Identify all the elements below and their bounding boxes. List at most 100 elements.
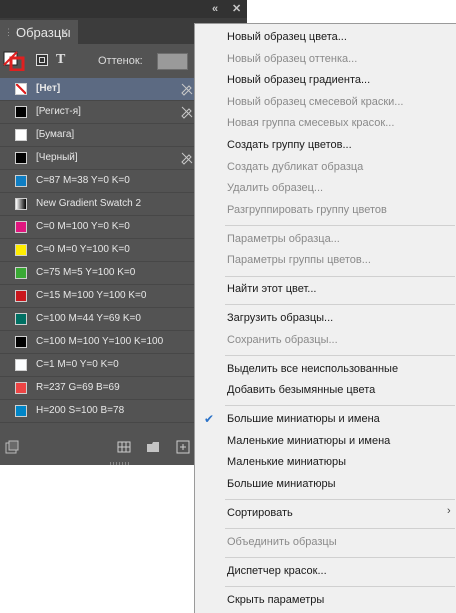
swatch-row[interactable]: C=87 M=38 Y=0 K=0 (0, 170, 194, 193)
swatch-name: New Gradient Swatch 2 (36, 198, 142, 209)
grid-view-icon[interactable] (117, 440, 131, 454)
menu-item-label: Удалить образец... (227, 182, 324, 195)
close-icon[interactable]: ✕ (232, 2, 241, 16)
swatch-chip (15, 244, 27, 256)
swatch-row[interactable]: C=15 M=100 Y=100 K=0 (0, 285, 194, 308)
menu-item[interactable]: Скрыть параметры (195, 590, 456, 611)
swatch-row[interactable]: C=100 M=44 Y=69 K=0 (0, 308, 194, 331)
swatch-row[interactable]: [Нет] (0, 78, 194, 101)
swatch-chip (15, 313, 27, 325)
menu-item: Удалить образец... (195, 178, 456, 199)
swatch-name: [Черный] (36, 152, 78, 163)
menu-item: Создать дубликат образца (195, 157, 456, 178)
menu-separator (225, 556, 455, 558)
menu-item[interactable]: Диспетчер красок... (195, 561, 456, 582)
swatch-row[interactable]: C=1 M=0 Y=0 K=0 (0, 354, 194, 377)
swatch-chip (15, 336, 27, 348)
swatch-name: H=200 S=100 B=78 (36, 405, 125, 416)
formatting-container-icon[interactable] (36, 54, 48, 66)
menu-item[interactable]: Добавить безымянные цвета (195, 380, 456, 401)
swatch-row[interactable]: R=237 G=69 B=69 (0, 377, 194, 400)
swatch-row[interactable]: New Gradient Swatch 2 (0, 193, 194, 216)
menu-item-label: Маленькие миниатюры (227, 456, 346, 469)
menu-item: Объединить образцы (195, 532, 456, 553)
swatch-row[interactable]: C=0 M=0 Y=100 K=0 (0, 239, 194, 262)
menu-item-label: Сохранить образцы... (227, 333, 338, 346)
swatch-row[interactable]: [Регист-я] (0, 101, 194, 124)
menu-item[interactable]: Найти этот цвет... (195, 279, 456, 300)
tab-swatches[interactable]: ⋮⋮ Образцы × (0, 20, 78, 44)
menu-item[interactable]: Новый образец градиента... (195, 70, 456, 91)
tab-close-icon[interactable]: × (61, 24, 69, 39)
swatch-row[interactable]: [Бумага] (0, 124, 194, 147)
menu-item[interactable]: Маленькие миниатюры (195, 452, 456, 473)
menu-item[interactable]: Выделить все неиспользованные (195, 359, 456, 380)
formatting-text-icon[interactable]: T (56, 52, 65, 68)
swatch-name: C=15 M=100 Y=100 K=0 (36, 290, 147, 301)
swatch-chip (15, 83, 27, 95)
menu-item[interactable]: Большие миниатюры (195, 474, 456, 495)
swatch-row[interactable]: H=200 S=100 B=78 (0, 400, 194, 423)
menu-item-label: Загрузить образцы... (227, 312, 334, 325)
menu-item-label: Параметры образца... (227, 232, 340, 245)
menu-item: Разгруппировать группу цветов (195, 200, 456, 221)
panel-menu: Новый образец цвета... Новый образец отте… (194, 23, 456, 613)
swatch-chip (15, 359, 27, 371)
swatch-name: R=237 G=69 B=69 (36, 382, 120, 393)
swatch-chip (15, 106, 27, 118)
menu-item[interactable]: Загрузить образцы... (195, 308, 456, 329)
resize-handle[interactable] (110, 462, 130, 465)
menu-item[interactable]: ✔ Большие миниатюры и имена (195, 409, 456, 430)
menu-item[interactable]: Маленькие миниатюры и имена (195, 431, 456, 452)
new-swatch-icon[interactable] (176, 440, 190, 454)
menu-item-label: Новый образец градиента... (227, 74, 371, 87)
menu-item-label: Маленькие миниатюры и имена (227, 434, 391, 447)
menu-item[interactable]: Сортировать › (195, 503, 456, 524)
menu-item-label: Скрыть параметры (227, 593, 325, 606)
swatch-row[interactable]: C=100 M=100 Y=100 K=100 (0, 331, 194, 354)
menu-separator (225, 499, 455, 501)
panel-title-bar: « ✕ (0, 0, 247, 18)
swatch-name: C=1 M=0 Y=0 K=0 (36, 359, 119, 370)
menu-item-label: Разгруппировать группу цветов (227, 203, 387, 216)
menu-item-label: Выделить все неиспользованные (227, 362, 399, 375)
fill-stroke-icon[interactable] (3, 51, 25, 71)
swatch-name: C=75 M=5 Y=100 K=0 (36, 267, 136, 278)
swatch-chip (15, 290, 27, 302)
folder-icon[interactable] (146, 440, 160, 454)
swatch-list: [Нет] [Регист-я] [Бумага] [Черный] C=87 M=38… (0, 78, 194, 423)
menu-item-label: Большие миниатюры (227, 477, 336, 490)
menu-item-label: Новый образец смесевой краски... (227, 95, 404, 108)
swatch-chip (15, 152, 27, 164)
menu-item-label: Найти этот цвет... (227, 283, 317, 296)
menu-separator (225, 304, 455, 306)
swatch-name: C=87 M=38 Y=0 K=0 (36, 175, 130, 186)
menu-item: Новая группа смесевых красок... (195, 113, 456, 134)
swatch-chip (15, 267, 27, 279)
swatch-row[interactable]: C=0 M=100 Y=0 K=0 (0, 216, 194, 239)
swatch-name: C=100 M=44 Y=69 K=0 (36, 313, 141, 324)
swatch-chip (15, 198, 27, 210)
swatch-row[interactable]: [Черный] (0, 147, 194, 170)
menu-item[interactable]: Создать группу цветов... (195, 135, 456, 156)
menu-item-label: Создать дубликат образца (227, 160, 364, 173)
show-swatch-kind-icon[interactable] (5, 440, 19, 454)
menu-item[interactable]: Новый образец цвета... (195, 27, 456, 48)
menu-separator (225, 275, 455, 277)
swatch-name: C=0 M=100 Y=0 K=0 (36, 221, 130, 232)
submenu-arrow-icon: › (447, 504, 451, 517)
menu-item-label: Создать группу цветов... (227, 139, 352, 151)
swatch-chip (15, 129, 27, 141)
no-edit-icon (181, 83, 193, 96)
menu-separator (225, 225, 455, 227)
swatch-chip (15, 221, 27, 233)
collapse-icon[interactable]: « (212, 2, 218, 16)
swatch-row[interactable]: C=75 M=5 Y=100 K=0 (0, 262, 194, 285)
no-edit-icon (181, 152, 193, 165)
swatch-name: [Бумага] (36, 129, 75, 140)
menu-item-label: Параметры группы цветов... (227, 254, 371, 267)
tint-input[interactable] (157, 53, 188, 70)
menu-item-label: Добавить безымянные цвета (227, 384, 376, 397)
swatch-chip (15, 175, 27, 187)
menu-separator (225, 528, 455, 530)
